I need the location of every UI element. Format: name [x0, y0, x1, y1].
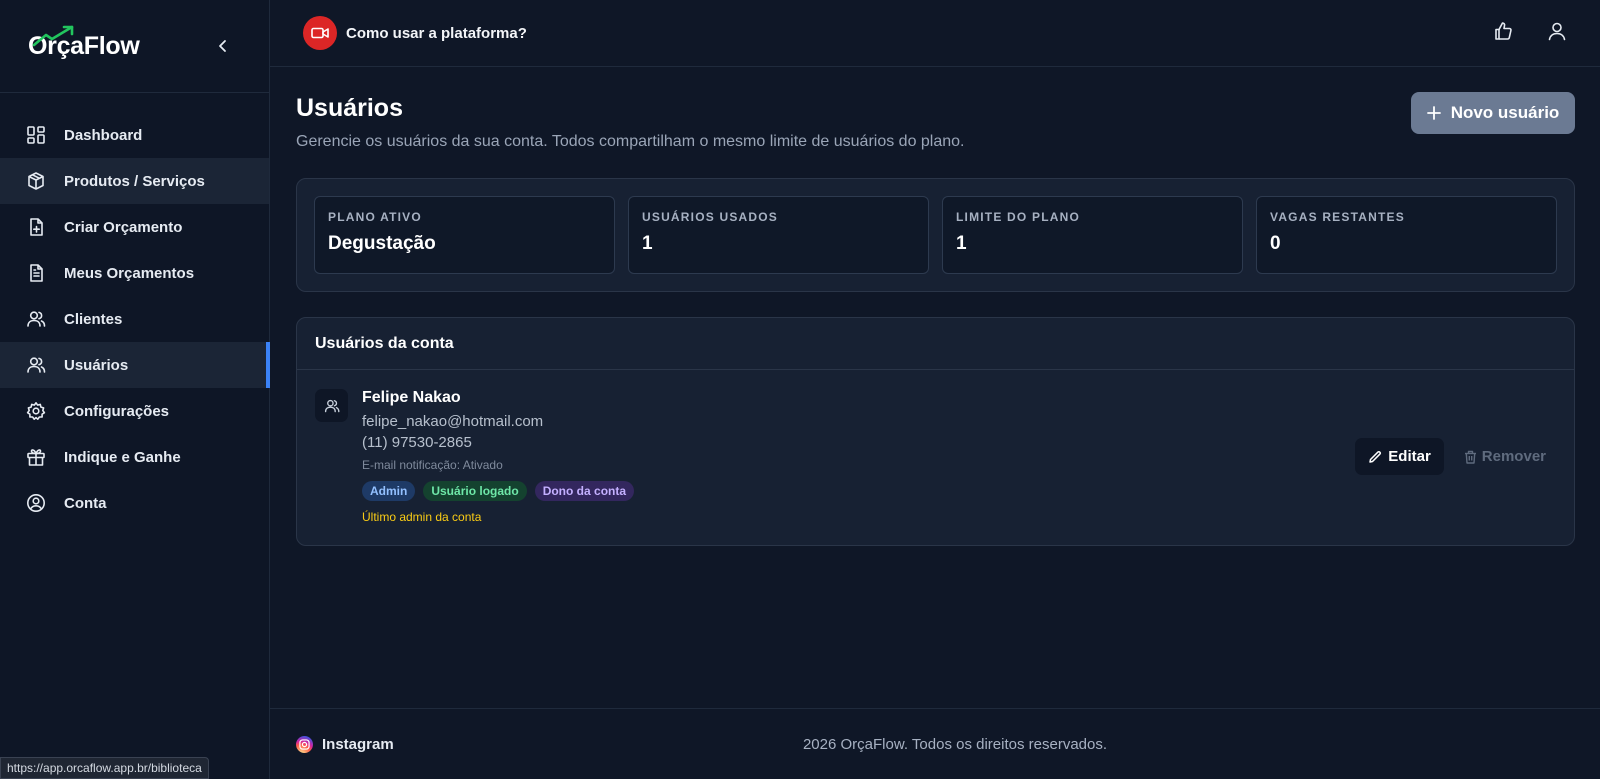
logo[interactable]: OrçaFlow [28, 25, 140, 61]
stat-value: 1 [642, 233, 653, 254]
stat-label: LIMITE DO PLANO [956, 210, 1080, 224]
main: Como usar a plataforma? Usuários Gerenci… [270, 0, 1600, 779]
sidebar-item-label: Usuários [64, 356, 129, 374]
feedback-button[interactable] [1492, 20, 1514, 42]
file-plus-icon [25, 217, 46, 238]
topbar: Como usar a plataforma? [270, 0, 1600, 67]
video-camera-icon [311, 27, 329, 39]
users-icon [25, 355, 46, 376]
plan-stats: PLANO ATIVO Degustação USUÁRIOS USADOS 1… [296, 178, 1575, 292]
sidebar-item-label: Produtos / Serviços [64, 172, 205, 190]
user-email: felipe_nakao@hotmail.com [362, 413, 544, 430]
remove-user-button[interactable]: Remover [1464, 448, 1546, 465]
footer: Instagram 2026 OrçaFlow. Todos os direit… [270, 708, 1600, 779]
sidebar-item-conta[interactable]: Conta [0, 480, 269, 526]
stat-limite-plano: LIMITE DO PLANO 1 [942, 196, 1243, 274]
sidebar-nav: Dashboard Produtos / Serviços Criar Orça… [0, 93, 270, 526]
badge-admin: Admin [362, 481, 416, 501]
page-title: Usuários [296, 94, 403, 122]
help-video-button[interactable] [303, 16, 337, 50]
last-admin-warning: Último admin da conta [362, 510, 482, 524]
users-icon [324, 399, 339, 412]
instagram-label: Instagram [322, 735, 394, 753]
trash-icon [1464, 450, 1476, 464]
sidebar-item-indique-ganhe[interactable]: Indique e Ganhe [0, 434, 269, 480]
avatar [315, 389, 348, 422]
dashboard-icon [25, 125, 46, 146]
sidebar-item-label: Clientes [64, 310, 123, 328]
thumbs-up-icon [1495, 22, 1512, 40]
page-header: Usuários Gerencie os usuários da sua con… [296, 67, 1575, 178]
copyright-text: 2026 OrçaFlow. Todos os direitos reserva… [802, 735, 1108, 753]
pencil-icon [1369, 450, 1382, 463]
user-badges: Admin Usuário logado Dono da conta [362, 481, 635, 501]
user-notification-status: E-mail notificação: Ativado [362, 458, 503, 472]
new-user-button[interactable]: Novo usuário [1411, 92, 1575, 134]
new-user-label: Novo usuário [1450, 103, 1560, 122]
sidebar-item-label: Criar Orçamento [64, 218, 183, 236]
user-circle-icon [25, 493, 46, 514]
sidebar-item-label: Meus Orçamentos [64, 264, 195, 282]
stat-vagas-restantes: VAGAS RESTANTES 0 [1256, 196, 1557, 274]
sidebar-item-clientes[interactable]: Clientes [0, 296, 269, 342]
stat-value: Degustação [328, 233, 436, 254]
stat-label: PLANO ATIVO [328, 210, 422, 224]
sidebar-item-produtos[interactable]: Produtos / Serviços [0, 158, 269, 204]
sidebar-item-criar-orcamento[interactable]: Criar Orçamento [0, 204, 269, 250]
stat-value: 1 [956, 233, 967, 254]
stat-plano-ativo: PLANO ATIVO Degustação [314, 196, 615, 274]
chevron-left-icon [219, 40, 226, 52]
collapse-sidebar-button[interactable] [211, 34, 235, 58]
gear-icon [25, 401, 46, 422]
stat-label: USUÁRIOS USADOS [642, 210, 779, 224]
stat-usuarios-usados: USUÁRIOS USADOS 1 [628, 196, 929, 274]
status-bar-url: https://app.orcaflow.app.br/biblioteca [0, 757, 209, 779]
plus-icon [1426, 106, 1441, 120]
badge-logged-user: Usuário logado [423, 481, 527, 501]
user-name: Felipe Nakao [362, 389, 461, 406]
page-subtitle: Gerencie os usuários da sua conta. Todos… [296, 133, 965, 150]
help-link[interactable]: Como usar a plataforma? [346, 25, 527, 42]
gift-icon [25, 447, 46, 468]
users-panel-title: Usuários da conta [297, 318, 1574, 370]
profile-button[interactable] [1546, 20, 1568, 42]
sidebar-item-meus-orcamentos[interactable]: Meus Orçamentos [0, 250, 269, 296]
user-info: Felipe Nakao felipe_nakao@hotmail.com (1… [362, 389, 635, 524]
remove-label: Remover [1481, 448, 1546, 465]
stat-label: VAGAS RESTANTES [1270, 210, 1405, 224]
topbar-actions [1492, 20, 1568, 42]
account-users-panel: Usuários da conta Felipe Nakao felipe_na… [296, 317, 1575, 546]
sidebar-item-usuarios[interactable]: Usuários [0, 342, 270, 388]
user-phone: (11) 97530-2865 [362, 434, 472, 451]
sidebar-item-configuracoes[interactable]: Configurações [0, 388, 269, 434]
edit-label: Editar [1388, 448, 1431, 465]
badge-account-owner: Dono da conta [534, 481, 635, 501]
sidebar-item-label: Configurações [64, 402, 170, 420]
logo-arrow-icon [32, 25, 74, 47]
sidebar-item-label: Dashboard [64, 126, 143, 144]
instagram-icon [296, 735, 313, 753]
sidebar: OrçaFlow Dashboard Produtos / Serviços C… [0, 0, 270, 779]
user-icon [1548, 22, 1566, 41]
box-icon [25, 171, 46, 192]
brand: OrçaFlow [0, 0, 269, 93]
instagram-link[interactable]: Instagram [296, 735, 394, 753]
edit-user-button[interactable]: Editar [1355, 438, 1444, 475]
file-text-icon [25, 263, 46, 284]
page-content: Usuários Gerencie os usuários da sua con… [270, 67, 1600, 708]
stat-value: 0 [1270, 233, 1281, 254]
sidebar-item-label: Indique e Ganhe [64, 448, 181, 466]
sidebar-item-label: Conta [64, 494, 107, 512]
user-row: Felipe Nakao felipe_nakao@hotmail.com (1… [297, 370, 1574, 543]
users-icon [25, 309, 46, 330]
user-actions: Editar Remover [1355, 438, 1546, 475]
sidebar-item-dashboard[interactable]: Dashboard [0, 112, 269, 158]
